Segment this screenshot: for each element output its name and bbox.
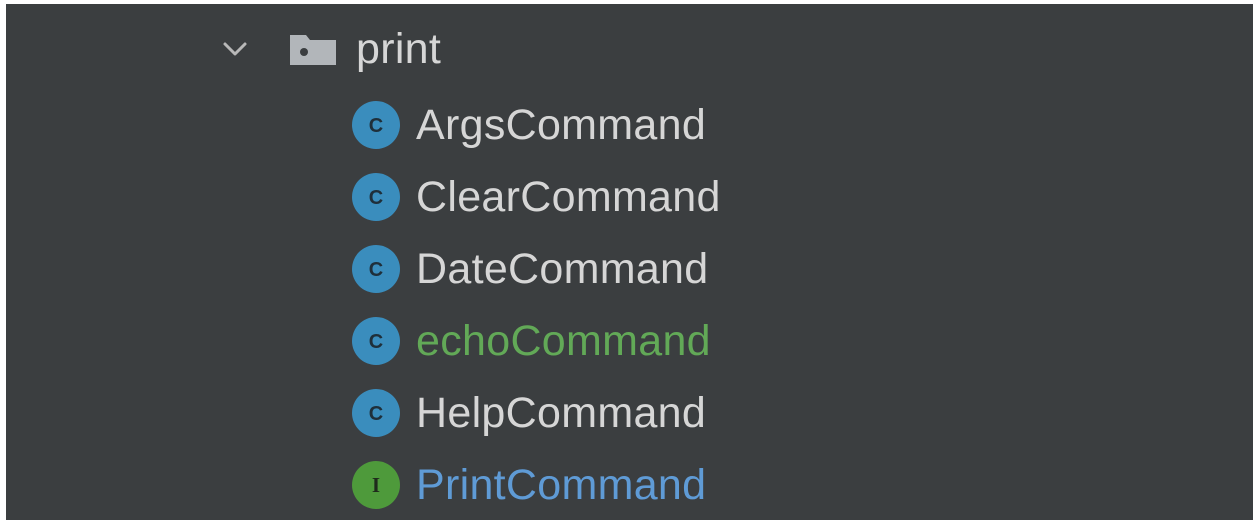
class-icon: C xyxy=(350,243,402,295)
class-icon: C xyxy=(350,387,402,439)
svg-text:C: C xyxy=(369,403,383,425)
svg-text:C: C xyxy=(369,187,383,209)
tree-item-argscommand[interactable]: C ArgsCommand xyxy=(350,90,706,160)
class-icon: C xyxy=(350,315,402,367)
tree-item-printcommand[interactable]: I PrintCommand xyxy=(350,450,706,520)
tree-item-datecommand[interactable]: C DateCommand xyxy=(350,234,708,304)
svg-text:C: C xyxy=(369,115,383,137)
svg-text:C: C xyxy=(369,259,383,281)
class-icon: C xyxy=(350,171,402,223)
tree-item-label: PrintCommand xyxy=(416,461,707,509)
svg-text:C: C xyxy=(369,331,383,353)
tree-item-label: DateCommand xyxy=(416,245,709,293)
interface-icon: I xyxy=(350,459,402,511)
tree-item-echocommand[interactable]: C echoCommand xyxy=(350,306,711,376)
tree-item-label: echoCommand xyxy=(416,317,711,365)
class-icon: C xyxy=(350,99,402,151)
folder-icon xyxy=(288,29,338,69)
svg-text:I: I xyxy=(372,473,380,497)
tree-item-helpcommand[interactable]: C HelpCommand xyxy=(350,378,706,448)
tree-item-clearcommand[interactable]: C ClearCommand xyxy=(350,162,721,232)
tree-item-label: ArgsCommand xyxy=(416,101,707,149)
project-tree-panel: print C ArgsCommand C ClearCommand C Dat… xyxy=(6,4,1253,520)
chevron-down-icon[interactable] xyxy=(218,29,252,69)
tree-folder-label: print xyxy=(356,25,442,73)
tree-item-label: HelpCommand xyxy=(416,389,707,437)
tree-item-label: ClearCommand xyxy=(416,173,721,221)
tree-folder-print[interactable]: print xyxy=(218,14,441,84)
